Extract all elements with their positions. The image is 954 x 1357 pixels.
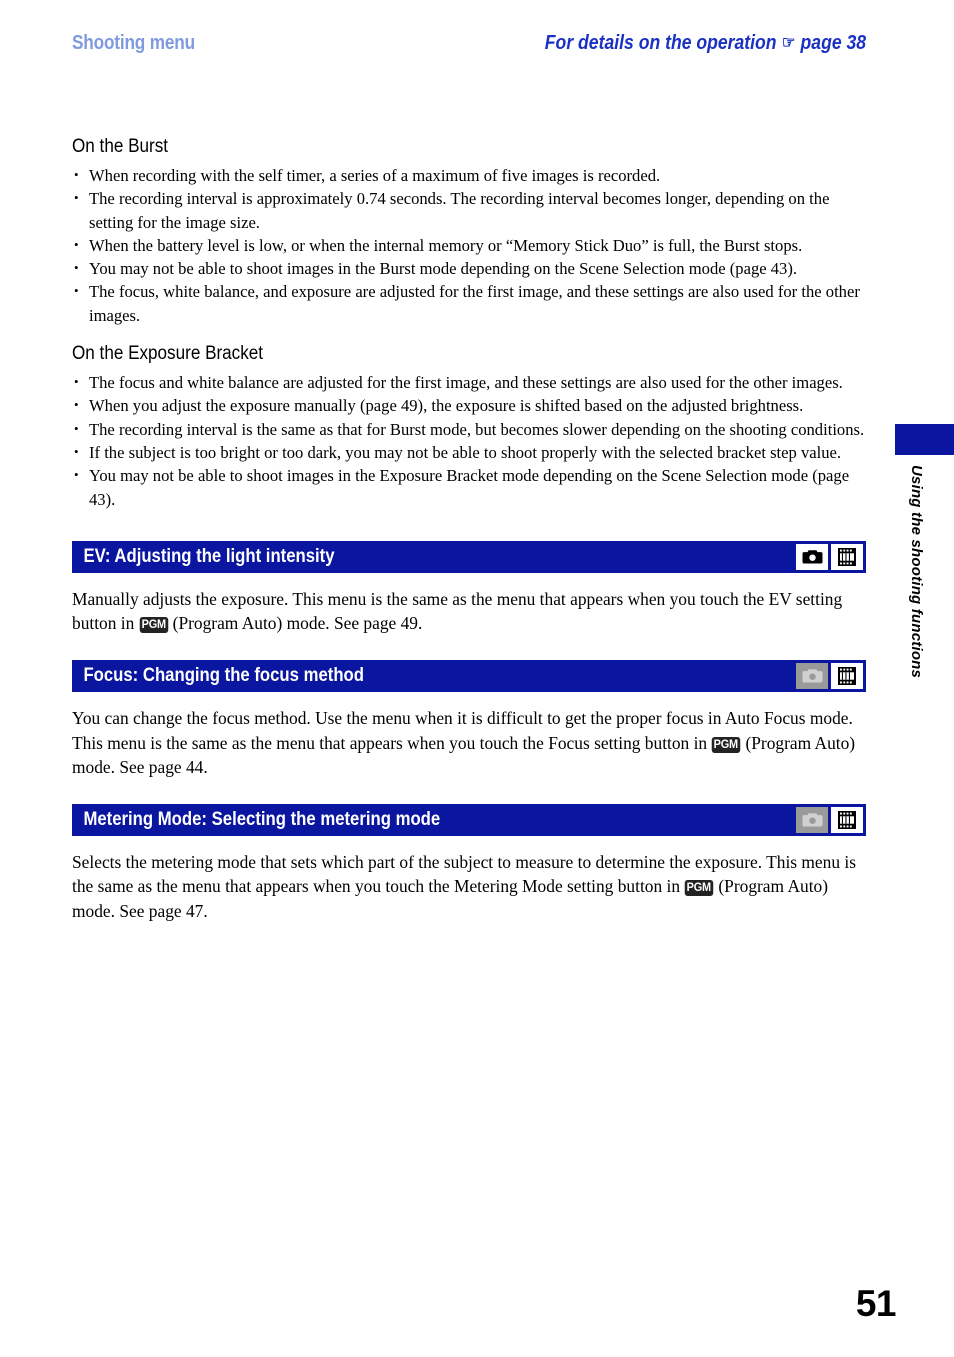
movie-film-icon-box — [831, 806, 863, 833]
page-content: On the Burst When recording with the sel… — [72, 136, 866, 924]
subheading-on-the-burst: On the Burst — [72, 136, 169, 157]
menu-description-ev: Manually adjusts the exposure. This menu… — [72, 587, 866, 636]
still-camera-icon — [802, 812, 823, 828]
list-item: When the battery level is low, or when t… — [72, 233, 866, 257]
movie-film-icon-box — [831, 543, 863, 570]
list-item: When recording with the self timer, a se… — [72, 163, 866, 187]
still-camera-icon-box — [796, 806, 828, 833]
page-header-right-note: For details on the operation ☞ page 38 — [545, 32, 866, 55]
program-auto-mode-badge: PGM — [685, 880, 714, 897]
still-camera-icon — [802, 668, 823, 684]
page-header-left-title: Shooting menu — [72, 32, 195, 54]
list-item: When you adjust the exposure manually (p… — [72, 393, 866, 417]
menu-description-focus: You can change the focus method. Use the… — [72, 706, 866, 780]
section-bar-mode-icons — [796, 806, 863, 833]
menu-description-metering-mode: Selects the metering mode that sets whic… — [72, 850, 866, 924]
list-item: The recording interval is the same as th… — [72, 417, 866, 441]
movie-film-icon — [838, 667, 856, 686]
list-item: The recording interval is approximately … — [72, 186, 866, 234]
program-auto-mode-badge: PGM — [712, 736, 741, 753]
movie-film-icon-box — [831, 663, 863, 690]
page-number: 51 — [855, 1283, 897, 1324]
section-bar-ev: EV: Adjusting the light intensity — [72, 540, 866, 573]
section-bar-title: Metering Mode: Selecting the metering mo… — [83, 808, 441, 830]
bullet-list-exposure-bracket: The focus and white balance are adjusted… — [72, 370, 866, 511]
list-item: If the subject is too bright or too dark… — [72, 440, 866, 464]
section-bar-title: Focus: Changing the focus method — [83, 665, 364, 687]
section-bar-title: EV: Adjusting the light intensity — [83, 545, 335, 567]
still-camera-icon-box — [796, 543, 828, 570]
pointing-hand-icon: ☞ — [781, 33, 796, 52]
program-auto-mode-badge: PGM — [139, 617, 168, 634]
list-item: The focus and white balance are adjusted… — [72, 370, 866, 394]
still-camera-icon — [802, 549, 823, 565]
list-item: You may not be able to shoot images in t… — [72, 256, 866, 280]
header-operation-text: For details on the operation — [544, 32, 777, 54]
list-item: You may not be able to shoot images in t… — [72, 463, 866, 511]
chapter-tab-label: Using the shooting functions — [908, 465, 925, 679]
page-running-header: Shooting menu For details on the operati… — [72, 32, 866, 66]
subheading-on-the-exposure-bracket: On the Exposure Bracket — [72, 343, 264, 365]
section-bar-metering-mode: Metering Mode: Selecting the metering mo… — [72, 803, 866, 836]
bullet-list-burst: When recording with the self timer, a se… — [72, 163, 866, 327]
chapter-tab-marker — [895, 424, 954, 455]
list-item: The focus, white balance, and exposure a… — [72, 279, 866, 327]
movie-film-icon — [838, 810, 856, 829]
section-bar-mode-icons — [796, 543, 863, 570]
section-bar-mode-icons — [796, 663, 863, 690]
section-bar-focus: Focus: Changing the focus method — [72, 660, 866, 693]
movie-film-icon — [838, 547, 856, 566]
still-camera-icon-box — [796, 663, 828, 690]
menu-description-text-after: (Program Auto) mode. See page 49. — [172, 613, 423, 634]
header-page-reference: page 38 — [800, 32, 866, 54]
